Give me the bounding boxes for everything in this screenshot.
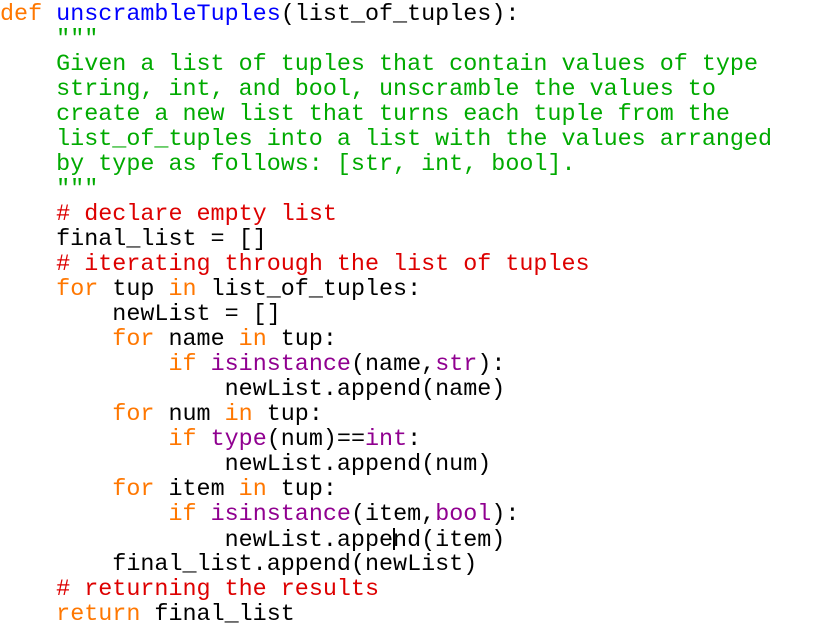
docstring-token: """ bbox=[56, 27, 99, 53]
code-token: nd(item) bbox=[393, 528, 506, 554]
code-token: num bbox=[154, 402, 225, 428]
code-line[interactable]: if isinstance(name,str): bbox=[0, 353, 772, 378]
keyword-token: for bbox=[56, 277, 99, 303]
code-token: newList.appe bbox=[0, 528, 394, 554]
code-line[interactable]: by type as follows: [str, int, bool]. bbox=[0, 153, 772, 178]
code-line[interactable]: final_list.append(newList) bbox=[0, 553, 772, 578]
code-token: list_of_tuples: bbox=[196, 277, 422, 303]
keyword-token: for bbox=[112, 327, 155, 353]
comment-token: # declare empty list bbox=[56, 202, 337, 228]
code-token: item bbox=[154, 477, 239, 503]
builtin-token: bool bbox=[435, 502, 492, 528]
code-line[interactable]: for tup in list_of_tuples: bbox=[0, 278, 772, 303]
comment-token: # returning the results bbox=[56, 577, 379, 603]
keyword-token: in bbox=[238, 327, 267, 353]
code-line[interactable]: newList = [] bbox=[0, 303, 772, 328]
docstring-token: create a new list that turns each tuple … bbox=[0, 102, 730, 128]
keyword-token: if bbox=[168, 502, 197, 528]
builtin-token: isinstance bbox=[210, 502, 351, 528]
keyword-token: if bbox=[168, 352, 197, 378]
code-token: tup bbox=[98, 277, 169, 303]
code-token: final_list.append(newList) bbox=[0, 552, 478, 578]
code-line[interactable]: create a new list that turns each tuple … bbox=[0, 103, 772, 128]
builtin-token: str bbox=[435, 352, 478, 378]
code-editor[interactable]: def unscrambleTuples(list_of_tuples): ""… bbox=[0, 3, 772, 628]
code-line[interactable]: if type(num)==int: bbox=[0, 428, 772, 453]
keyword-token: for bbox=[112, 477, 155, 503]
keyword-token: in bbox=[168, 277, 197, 303]
code-token: newList.append(name) bbox=[0, 377, 506, 403]
code-token: (item, bbox=[350, 502, 436, 528]
builtin-token: isinstance bbox=[210, 352, 351, 378]
code-line[interactable]: if isinstance(item,bool): bbox=[0, 503, 772, 528]
code-line[interactable]: string, int, and bool, unscramble the va… bbox=[0, 78, 772, 103]
code-token: name bbox=[154, 327, 239, 353]
code-line[interactable]: final_list = [] bbox=[0, 228, 772, 253]
function-name-token: unscrambleTuples bbox=[56, 2, 281, 28]
code-line[interactable]: # declare empty list bbox=[0, 203, 772, 228]
code-token: newList = [] bbox=[0, 302, 281, 328]
code-token: (list_of_tuples): bbox=[280, 2, 520, 28]
code-line[interactable]: """ bbox=[0, 178, 772, 203]
code-line[interactable]: Given a list of tuples that contain valu… bbox=[0, 53, 772, 78]
keyword-token: in bbox=[224, 402, 253, 428]
code-token: newList.append(num) bbox=[0, 452, 492, 478]
code-line[interactable]: return final_list bbox=[0, 603, 772, 628]
code-token: ): bbox=[477, 352, 506, 378]
code-token: final_list bbox=[140, 602, 295, 628]
code-token: : bbox=[407, 427, 422, 453]
docstring-token: list_of_tuples into a list with the valu… bbox=[0, 127, 773, 153]
code-token: ): bbox=[491, 502, 520, 528]
builtin-token: int bbox=[365, 427, 408, 453]
comment-token: # iterating through the list of tuples bbox=[56, 252, 590, 278]
docstring-token: """ bbox=[0, 177, 99, 203]
keyword-token: return bbox=[56, 602, 141, 628]
keyword-token: def bbox=[0, 2, 43, 28]
code-line[interactable]: for num in tup: bbox=[0, 403, 772, 428]
code-token: tup: bbox=[266, 327, 337, 353]
code-line[interactable]: def unscrambleTuples(list_of_tuples): bbox=[0, 3, 772, 28]
docstring-token: by type as follows: [str, int, bool]. bbox=[0, 152, 576, 178]
code-line[interactable]: list_of_tuples into a list with the valu… bbox=[0, 128, 772, 153]
code-token: tup: bbox=[252, 402, 323, 428]
code-line[interactable]: for item in tup: bbox=[0, 478, 772, 503]
builtin-token: type bbox=[210, 427, 267, 453]
code-token: (name, bbox=[350, 352, 436, 378]
code-line[interactable]: # returning the results bbox=[0, 578, 772, 603]
code-line[interactable]: newList.append(item) bbox=[0, 528, 772, 554]
code-line[interactable]: """ bbox=[0, 28, 772, 53]
docstring-token: string, int, and bool, unscramble the va… bbox=[0, 77, 716, 103]
keyword-token: if bbox=[168, 427, 197, 453]
docstring-token: Given a list of tuples that contain valu… bbox=[0, 52, 758, 78]
keyword-token: for bbox=[112, 402, 155, 428]
code-token: tup: bbox=[266, 477, 337, 503]
code-line[interactable]: newList.append(num) bbox=[0, 453, 772, 478]
code-token: final_list = [] bbox=[0, 227, 267, 253]
code-line[interactable]: # iterating through the list of tuples bbox=[0, 253, 772, 278]
code-token: (num)== bbox=[266, 427, 365, 453]
code-line[interactable]: for name in tup: bbox=[0, 328, 772, 353]
code-line[interactable]: newList.append(name) bbox=[0, 378, 772, 403]
keyword-token: in bbox=[238, 477, 267, 503]
